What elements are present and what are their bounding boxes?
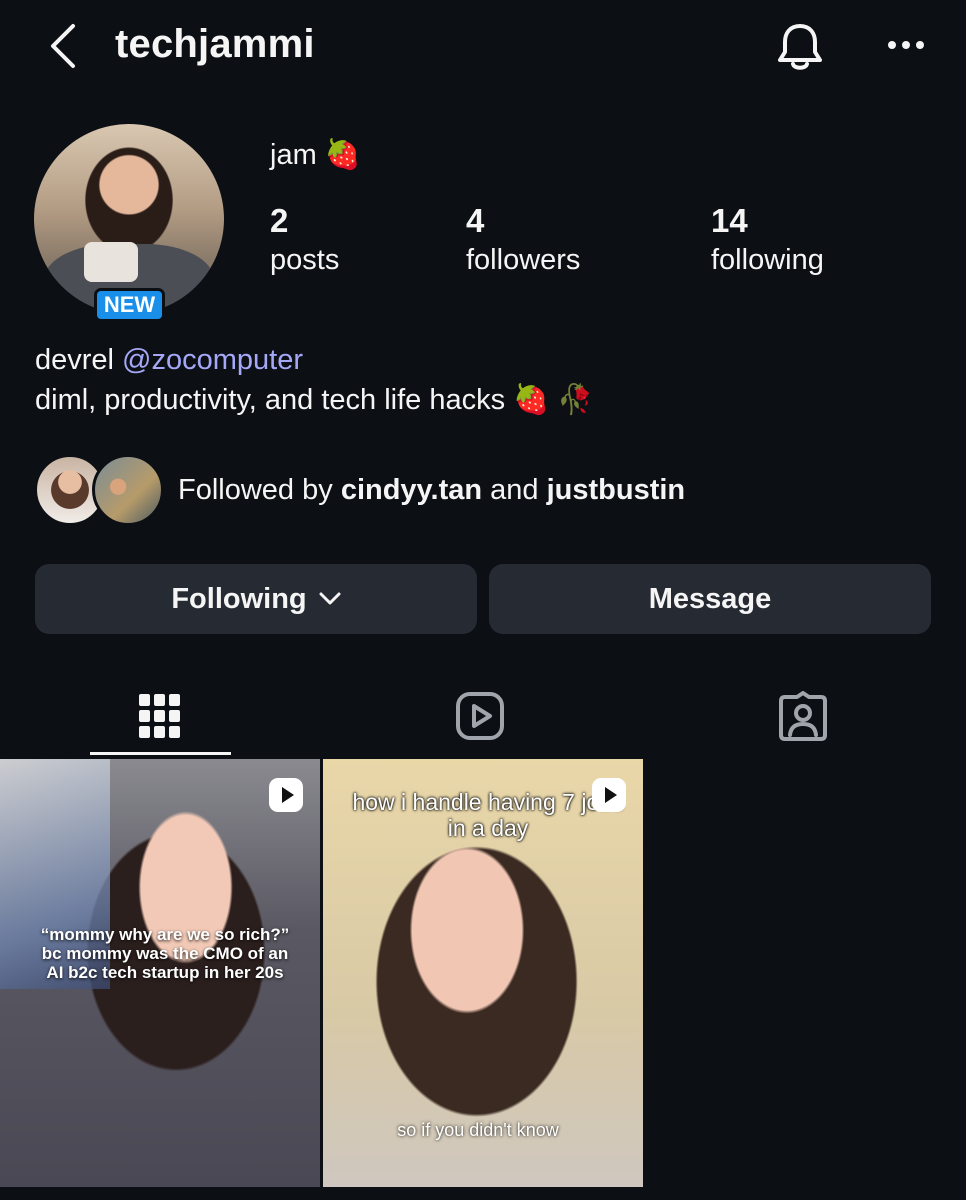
chevron-left-icon: [51, 24, 75, 68]
following-button[interactable]: Following: [35, 564, 477, 634]
profile-avatar: [34, 124, 224, 314]
bio-prefix: devrel: [35, 344, 123, 376]
reel-badge-icon: [269, 778, 303, 812]
grid-icon: [139, 694, 180, 738]
stat-following-count: 14: [711, 202, 748, 239]
reel-badge-icon: [592, 778, 626, 812]
following-button-label: Following: [171, 582, 307, 615]
post-thumbnail[interactable]: how i handle having 7 jobs in a day so i…: [323, 759, 643, 1187]
bio-line-1: devrel @zocomputer: [35, 340, 593, 380]
posts-grid: “mommy why are we so rich?” bc mommy was…: [0, 759, 966, 1187]
more-options-button[interactable]: [884, 28, 928, 62]
active-tab-indicator: [90, 752, 231, 755]
profile-avatar-container[interactable]: NEW: [34, 124, 224, 322]
message-button[interactable]: Message: [489, 564, 931, 634]
back-button[interactable]: [40, 22, 84, 70]
post-caption-bottom: so if you didn't know: [397, 1120, 559, 1140]
new-badge: NEW: [94, 288, 165, 322]
tab-reels[interactable]: [410, 676, 550, 756]
bio: devrel @zocomputer diml, productivity, a…: [35, 340, 593, 420]
stat-posts[interactable]: 2 posts: [270, 202, 339, 277]
stat-following-label: following: [711, 244, 824, 276]
followed-by-user-2: justbustin: [546, 474, 686, 506]
bio-mention-link[interactable]: @zocomputer: [122, 344, 303, 376]
followed-by-joiner: and: [482, 474, 547, 506]
stat-followers-label: followers: [466, 244, 581, 276]
chevron-down-icon: [319, 592, 341, 605]
followed-by-prefix: Followed by: [178, 474, 341, 506]
stat-followers[interactable]: 4 followers: [466, 202, 580, 277]
bio-line-2: diml, productivity, and tech life hacks …: [35, 384, 594, 416]
post-caption: “mommy why are we so rich?” bc mommy was…: [40, 925, 290, 982]
tagged-icon: [779, 691, 827, 741]
profile-username: techjammi: [115, 22, 315, 66]
post-caption-top: how i handle having 7 jobs in a day: [352, 789, 624, 841]
stat-followers-count: 4: [466, 202, 485, 239]
profile-page: techjammi NEW jam 🍓 2 posts 4 followers …: [0, 0, 966, 1200]
follower-avatar: [92, 454, 164, 526]
top-bar: techjammi: [0, 0, 966, 95]
display-name: jam 🍓: [270, 139, 361, 171]
followed-by-user-1: cindyy.tan: [340, 474, 483, 506]
message-button-label: Message: [648, 582, 772, 615]
more-horizontal-icon: [888, 41, 924, 49]
reels-icon: [456, 692, 504, 740]
followed-by-row[interactable]: Followed by cindyy.tan and justbustin: [34, 454, 934, 528]
post-thumbnail[interactable]: “mommy why are we so rich?” bc mommy was…: [0, 759, 320, 1187]
tab-tagged[interactable]: [733, 676, 873, 756]
bell-icon: [778, 24, 822, 70]
followed-by-text: Followed by cindyy.tan and justbustin: [178, 474, 685, 507]
avatar-phone-illustration: [84, 242, 138, 282]
content-tabs: [0, 676, 966, 756]
stat-posts-label: posts: [270, 244, 340, 276]
tab-grid[interactable]: [90, 676, 230, 756]
stat-posts-count: 2: [270, 202, 289, 239]
stat-following[interactable]: 14 following: [711, 202, 824, 277]
notifications-button[interactable]: [774, 20, 826, 74]
